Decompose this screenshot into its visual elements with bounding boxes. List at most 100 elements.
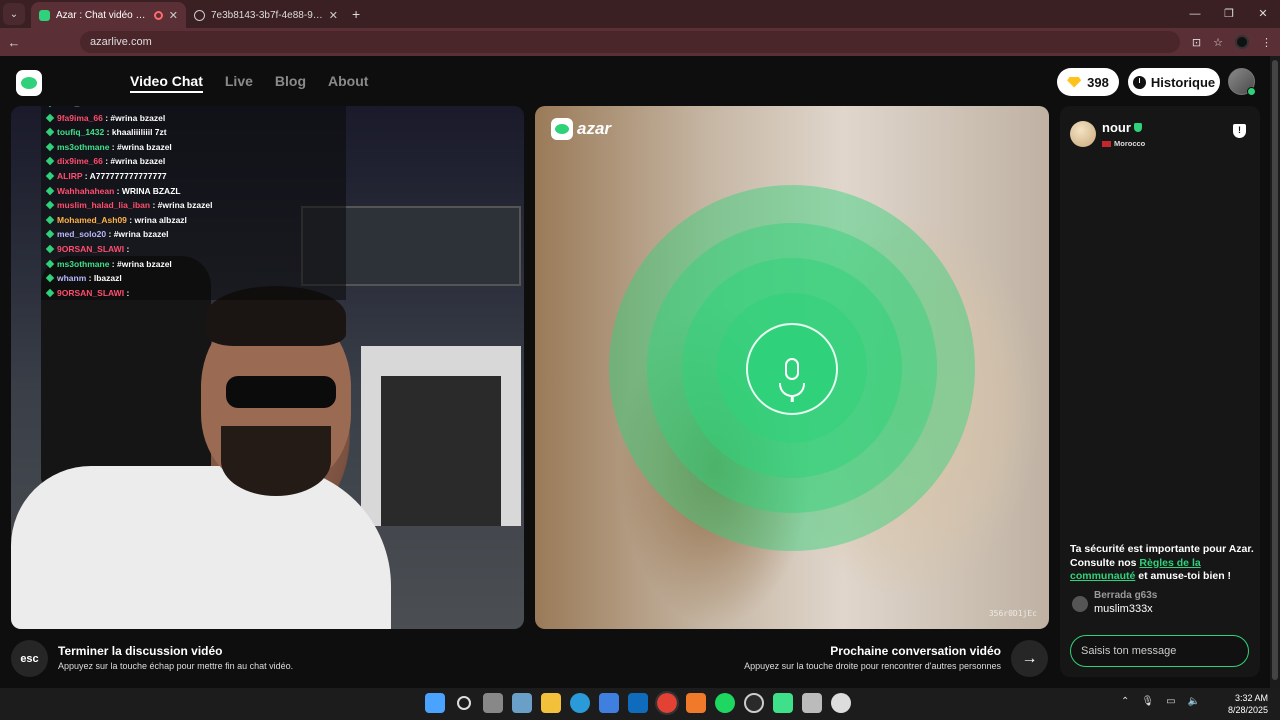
chat-separator: : [106,106,114,108]
recording-icon [153,10,163,20]
user-avatar[interactable] [1228,68,1256,96]
verified-shield-icon [1133,123,1142,133]
bookmark-star-icon[interactable]: ☆ [1213,36,1223,49]
chat-username: toufiq_1432 [57,127,105,138]
minimize-icon[interactable]: — [1178,0,1212,28]
main-nav: Video Chat Live Blog About [130,73,368,93]
outlook-icon[interactable] [628,693,648,713]
stream-chat-line: Mohamed_Ash09 : wrina albzazl [41,213,346,228]
tray-network-icon[interactable]: ▭ [1166,696,1175,707]
clock-time: 3:32 AM [1234,693,1268,703]
stream-chat-line: dix9ime_66 : #wrina bzazel [41,154,346,169]
app-circle-icon[interactable] [831,693,851,713]
address-bar[interactable]: azarlive.com [80,31,1180,53]
chat-badge-icon [45,171,55,181]
chat-username: 9ORSAN_SLAWI [57,287,125,298]
next-chat-button[interactable]: → [1011,640,1048,677]
chat-badge-icon [45,157,55,166]
person-shirt [11,466,391,629]
steam-icon[interactable] [744,693,764,713]
chat-badge-icon [45,142,55,152]
tab-title: Azar : Chat vidéo avec de n [56,9,148,21]
chrome-icon[interactable] [655,691,679,715]
edge-icon[interactable] [570,693,590,713]
end-chat-button[interactable]: esc [11,640,48,677]
spotify-icon[interactable] [715,693,735,713]
azar-watermark-icon [551,118,573,140]
browser-tab-strip: ⌄ Azar : Chat vidéo avec de n ✕ 7e3b8143… [0,0,1280,28]
sunglasses [226,376,336,408]
message-input-placeholder: Saisis ton message [1081,645,1177,657]
taskbar-clock[interactable]: 3:32 AM 8/28/2025 [1228,692,1268,716]
restore-icon[interactable]: ❐ [1212,0,1246,28]
chat-username: med_solo20 [57,229,107,240]
nav-blog[interactable]: Blog [275,73,306,93]
chat-message-text: khaaliiiliiil 7zt [111,127,167,138]
close-window-icon[interactable]: ✕ [1246,0,1280,28]
tray-mic-icon[interactable]: 🎙 [1141,696,1154,707]
nav-live[interactable]: Live [225,73,253,93]
tab-title: 7e3b8143-3b7f-4e88-99f5-626 [211,9,323,21]
close-tab-icon[interactable]: ✕ [329,9,338,22]
store-icon[interactable] [599,693,619,713]
new-tab-button[interactable]: + [352,6,360,22]
microphone-icon [785,358,799,380]
settings-gear-icon[interactable] [512,693,532,713]
chat-username: ms3othmane [57,258,110,269]
chat-badge-icon [45,230,55,239]
chat-message-text: #wrina bzazel [110,156,166,167]
tray-chevron-icon[interactable]: ⌃ [1121,696,1129,707]
app-green-icon[interactable] [773,693,793,713]
chat-separator: : [82,170,90,181]
partner-info[interactable]: nour Morocco [1070,119,1145,148]
nav-about[interactable]: About [328,73,368,93]
tab-search-button[interactable]: ⌄ [3,3,25,25]
install-app-icon[interactable]: ⊡ [1192,36,1201,49]
end-chat-subtitle: Appuyez sur la touche échap pour mettre … [58,661,294,671]
azar-watermark-text: azar [577,119,612,138]
partner-avatar[interactable] [1070,120,1096,147]
chat-username: ms3othmane [57,141,110,152]
close-tab-icon[interactable]: ✕ [169,9,178,22]
nav-video-chat[interactable]: Video Chat [130,73,203,93]
menu-kebab-icon[interactable]: ⋮ [1261,36,1272,49]
chat-message-text: #wrina bzazel [117,141,172,152]
chat-badge-icon [45,215,55,224]
stream-chat-line: ms3othmane : #wrina bzazel [41,257,346,272]
tray-volume-icon[interactable]: 🔈 [1188,696,1200,707]
tab-uuid[interactable]: 7e3b8143-3b7f-4e88-99f5-626 ✕ [186,2,346,28]
start-icon[interactable] [425,693,445,713]
chat-message: Berrada g63s muslim333x [1072,590,1157,615]
gems-count: 398 [1087,74,1109,90]
next-chat-title: Prochaine conversation vidéo [830,644,1001,658]
back-icon[interactable]: ← [0,35,28,50]
self-video: med_solo20 : #wrina bzazel9fa9ima_66 : #… [11,106,524,629]
chat-separator: : [150,200,158,211]
profile-icon[interactable] [1235,35,1249,49]
report-shield-icon[interactable]: ! [1233,124,1246,138]
search-icon[interactable] [457,696,471,710]
chat-separator: : [86,273,94,284]
azar-logo-icon[interactable] [16,70,42,96]
chat-badge-icon [45,259,55,268]
page-scrollbar[interactable] [1270,56,1280,688]
message-username: Berrada g63s [1094,590,1158,601]
message-text: muslim333x [1094,603,1153,615]
azar-page: Video Chat Live Blog About 398 Historiqu… [0,56,1270,688]
tab-azar[interactable]: Azar : Chat vidéo avec de n ✕ [31,2,186,28]
windows-taskbar: ⌃ 🎙 ▭ 🔈 3:32 AM 8/28/2025 [0,688,1280,720]
stream-chat-line: muslim_halad_lia_iban : #wrina bzazel [41,198,346,213]
history-button[interactable]: Historique [1128,68,1220,96]
file-explorer-icon[interactable] [541,693,561,713]
calculator-icon[interactable] [802,693,822,713]
task-view-icon[interactable] [483,693,503,713]
partner-name: nour [1102,120,1131,135]
partner-video: azar 356r0D1jEc [535,106,1049,629]
message-input[interactable]: Saisis ton message [1070,635,1249,667]
app-orange-icon[interactable] [686,693,706,713]
stream-chat-line: ms3othmane : #wrina bzazel [41,140,346,155]
gems-button[interactable]: 398 [1057,68,1119,96]
chat-separator: : [124,287,130,298]
safety-text-end: et amuse-toi bien ! [1135,570,1232,582]
chat-badge-icon [45,244,55,254]
